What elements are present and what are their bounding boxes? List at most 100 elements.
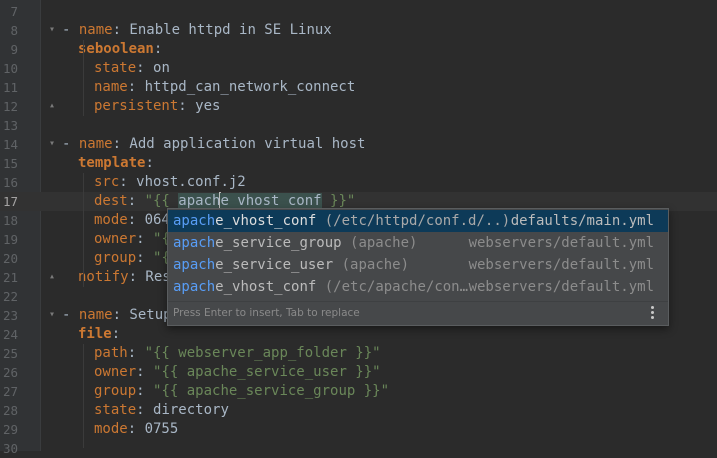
- code-token: :: [145, 155, 154, 171]
- completion-item[interactable]: apache_vhost_conf (/etc/apache/con… webse…: [168, 276, 668, 298]
- code-token: :: [136, 364, 154, 380]
- completion-source: webservers/default.yml: [468, 279, 654, 295]
- line-number: 26: [2, 365, 18, 380]
- code-token: : 064: [127, 212, 170, 228]
- identifier-highlight: apach: [178, 193, 221, 209]
- yaml-key: mode: [94, 212, 128, 228]
- code-line[interactable]: 29 mode: 0755: [0, 420, 717, 439]
- completion-source: webservers/default.yml: [468, 257, 654, 273]
- completion-rest: e_vhost_conf: [215, 213, 317, 229]
- indent-guide: [83, 40, 84, 116]
- autocomplete-popup[interactable]: apache_vhost_conf (/etc/httpd/conf.d/..)…: [167, 208, 669, 326]
- code-line[interactable]: 9 seboolean:: [0, 40, 717, 59]
- indent-guide: [83, 344, 84, 448]
- kebab-menu-icon[interactable]: [650, 306, 656, 322]
- line-number: 7: [10, 4, 18, 19]
- yaml-key: name: [78, 22, 113, 38]
- code-token: : Add application virtual host: [112, 136, 366, 152]
- code-token: : 0755: [127, 421, 179, 437]
- code-token: :: [153, 41, 163, 57]
- code-line[interactable]: 8 ▾ - name: Enable httpd in SE Linux: [0, 21, 717, 40]
- insert-hint: Press Enter to insert, Tab to replace: [173, 307, 360, 319]
- code-line[interactable]: 24 file:: [0, 325, 717, 344]
- code-line[interactable]: 14 ▾ - name: Add application virtual host: [0, 135, 717, 154]
- line-number: 23: [2, 308, 18, 323]
- fold-arrow-icon[interactable]: ▾: [49, 139, 58, 149]
- yaml-key: seboolean: [78, 41, 154, 57]
- yaml-key: mode: [94, 421, 128, 437]
- code-line[interactable]: 16 src: vhost.conf.j2: [0, 173, 717, 192]
- code-line[interactable]: 25 path: "{{ webserver_app_folder }}": [0, 344, 717, 363]
- fold-arrow-icon[interactable]: ▴: [49, 272, 58, 282]
- yaml-key: owner: [94, 231, 137, 247]
- code-text: path: "{{ webserver_app_folder }}": [94, 344, 381, 363]
- code-text: template:: [78, 154, 154, 173]
- code-line[interactable]: 13: [0, 116, 717, 135]
- popup-footer: Press Enter to insert, Tab to replace: [168, 301, 668, 325]
- code-line[interactable]: 10 state: on: [0, 59, 717, 78]
- yaml-key: src: [94, 174, 120, 190]
- line-number: 20: [2, 251, 18, 266]
- line-number: 10: [2, 61, 18, 76]
- yaml-key: dest: [94, 193, 128, 209]
- completion-source: defaults/main.yml: [510, 213, 654, 229]
- yaml-key: group: [94, 250, 137, 266]
- fold-arrow-icon[interactable]: ▴: [49, 101, 58, 111]
- identifier-highlight: e_vhost_conf: [220, 193, 322, 209]
- code-text: seboolean:: [78, 40, 162, 59]
- code-text: notify: Res: [78, 268, 171, 287]
- line-number: 13: [2, 118, 18, 133]
- code-text: file:: [78, 325, 120, 344]
- code-line[interactable]: 15 template:: [0, 154, 717, 173]
- completion-name: apache_vhost_conf (/etc/apache/con…: [173, 276, 468, 298]
- code-line[interactable]: 12 ▴ persistent: yes: [0, 97, 717, 116]
- code-line[interactable]: 28 state: directory: [0, 401, 717, 420]
- code-line[interactable]: 7: [0, 2, 717, 21]
- line-number: 18: [2, 213, 18, 228]
- fold-arrow-icon[interactable]: ▾: [49, 310, 58, 320]
- code-text: - name: Enable httpd in SE Linux: [62, 21, 332, 40]
- completion-rest: e_vhost_conf: [215, 279, 317, 295]
- code-text: - name: Setup: [62, 306, 172, 325]
- line-number: 12: [2, 99, 18, 114]
- line-number: 14: [2, 137, 18, 152]
- code-token: : on: [136, 60, 170, 76]
- line-number: 19: [2, 232, 18, 247]
- yaml-key: owner: [94, 364, 137, 380]
- code-line[interactable]: 11 name: httpd_can_network_connect: [0, 78, 717, 97]
- code-text: src: vhost.conf.j2: [94, 173, 246, 192]
- code-text: mode: 0755: [94, 420, 178, 439]
- code-token: :: [111, 326, 121, 342]
- completion-item[interactable]: apache_service_user (apache) webservers/d…: [168, 254, 668, 276]
- code-line[interactable]: 27 group: "{{ apache_service_group }}": [0, 382, 717, 401]
- completion-name: apache_service_group (apache): [173, 232, 417, 254]
- yaml-key: state: [94, 60, 137, 76]
- line-number: 21: [2, 270, 18, 285]
- line-number: 25: [2, 346, 18, 361]
- code-text: name: httpd_can_network_connect: [94, 78, 355, 97]
- code-token: : vhost.conf.j2: [119, 174, 246, 190]
- completion-rest: e_service_group: [215, 235, 342, 251]
- completion-detail: (/etc/apache/con…: [316, 279, 469, 295]
- yaml-key: path: [94, 345, 128, 361]
- fold-arrow-icon[interactable]: ▾: [49, 25, 58, 35]
- code-token: : yes: [178, 98, 221, 114]
- completion-item[interactable]: apache_service_group (apache) webservers/…: [168, 232, 668, 254]
- yaml-key: state: [94, 402, 137, 418]
- code-line[interactable]: 30: [0, 439, 717, 458]
- matched-prefix: apach: [173, 257, 216, 273]
- completion-name: apache_service_user (apache): [173, 254, 409, 276]
- yaml-string: "{{ apache_service_user }}": [153, 364, 381, 380]
- matched-prefix: apach: [173, 213, 216, 229]
- code-token: :: [136, 231, 154, 247]
- code-text: owner: "{: [94, 230, 170, 249]
- completion-item[interactable]: apache_vhost_conf (/etc/httpd/conf.d/..)…: [168, 210, 668, 232]
- completion-rest: e_service_user: [215, 257, 334, 273]
- code-text: state: on: [94, 59, 170, 78]
- code-text: mode: 064: [94, 211, 170, 230]
- line-number: 8: [10, 23, 18, 38]
- code-token: :: [136, 250, 154, 266]
- code-line[interactable]: 26 owner: "{{ apache_service_user }}": [0, 363, 717, 382]
- line-number: 27: [2, 384, 18, 399]
- completion-detail: (/etc/httpd/conf.d/..): [316, 213, 511, 229]
